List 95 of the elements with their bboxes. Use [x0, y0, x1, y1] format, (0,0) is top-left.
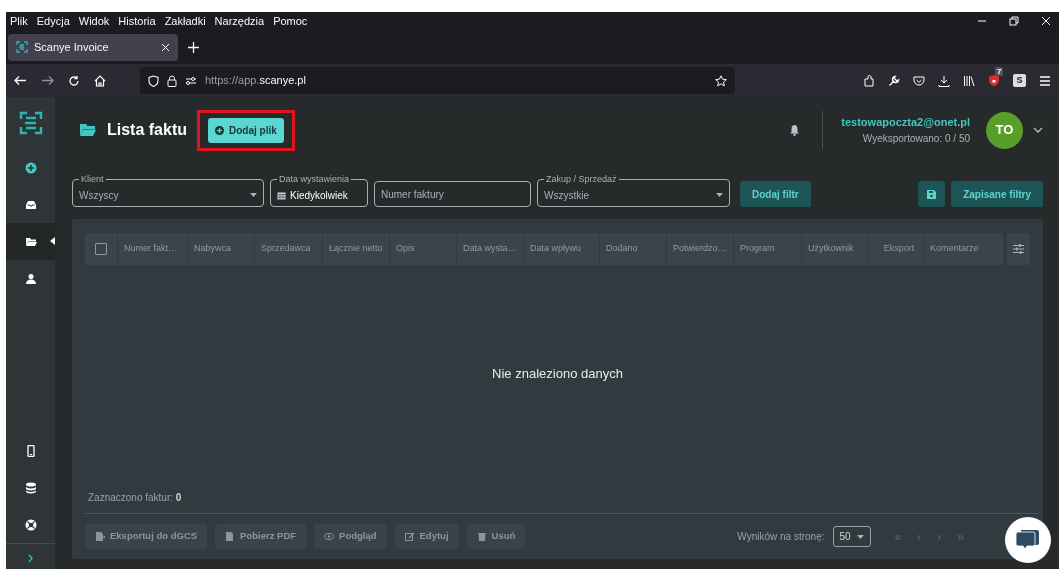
column-header[interactable]: Program — [733, 233, 801, 265]
eye-icon — [324, 532, 335, 541]
empty-message: Nie znaleziono danych — [492, 365, 623, 384]
database-icon — [24, 481, 37, 494]
trash-icon — [476, 532, 487, 541]
close-icon[interactable] — [161, 43, 170, 53]
shield-icon — [148, 74, 159, 87]
shield-extension-icon[interactable] — [988, 74, 1000, 87]
menu-item[interactable]: Historia — [118, 12, 156, 30]
sliders-icon — [1013, 244, 1024, 254]
sidebar-item[interactable] — [6, 223, 55, 260]
browser-tab[interactable]: Scanye Invoice — [8, 33, 178, 61]
add-filter-button[interactable]: Dodaj filtr — [740, 181, 811, 207]
column-header[interactable]: Numer fakt… — [117, 233, 187, 265]
inbox-icon — [24, 198, 37, 211]
menu-item[interactable]: Narzędzia — [214, 12, 265, 30]
expand-button[interactable]: › — [6, 543, 55, 569]
edit-icon — [404, 532, 415, 541]
menu-item[interactable]: Pomoc — [273, 12, 308, 30]
field-label: Klient — [80, 174, 105, 185]
library-icon[interactable] — [963, 74, 975, 87]
logo-icon[interactable] — [18, 111, 43, 135]
caret-icon — [250, 193, 257, 197]
document-icon — [225, 532, 236, 541]
restore-icon[interactable] — [1009, 16, 1019, 26]
column-header[interactable]: Dodano — [599, 233, 666, 265]
per-page-select[interactable]: 50 — [832, 526, 871, 547]
input-field[interactable]: Numer faktury — [374, 181, 531, 207]
close-icon[interactable] — [1041, 16, 1051, 26]
phone-icon — [24, 444, 37, 457]
column-header[interactable]: Potwierdzo… — [666, 233, 733, 265]
menu-item[interactable]: Zakładki — [164, 12, 206, 30]
column-header[interactable]: Komentarze — [923, 233, 1003, 265]
menu-icon[interactable] — [1039, 75, 1051, 86]
add-file-button[interactable]: Dodaj plik — [208, 117, 284, 143]
add-icon — [24, 161, 37, 174]
tab-title: Scanye Invoice — [34, 39, 109, 55]
export-counter: Wyeksportowano: 0 / 50 — [862, 131, 970, 146]
chevron-down-icon[interactable] — [1033, 127, 1043, 133]
lifebuoy-icon — [24, 518, 37, 531]
badge-count: 7 — [995, 67, 1004, 76]
chat-icon — [1016, 529, 1040, 551]
select-field[interactable]: Klient Wszyscy — [72, 174, 264, 207]
export-icon — [95, 532, 105, 541]
save-icon — [927, 190, 937, 200]
column-header[interactable]: Sprzedawca — [254, 233, 322, 265]
forward-icon[interactable] — [41, 75, 54, 86]
save-button[interactable] — [918, 181, 946, 207]
star-icon[interactable] — [715, 75, 727, 88]
reload-icon[interactable] — [68, 74, 80, 87]
caret-icon — [856, 534, 864, 539]
caret-icon — [716, 193, 723, 197]
select-all-checkbox[interactable] — [95, 243, 107, 255]
column-header[interactable]: Data wpływu — [523, 233, 599, 265]
calendar-icon — [277, 190, 286, 200]
field-label: Zakup / Sprzedaż — [545, 174, 618, 185]
column-header[interactable]: Opis — [389, 233, 456, 265]
back-icon[interactable] — [14, 75, 27, 86]
field-label: Data wystawienia — [278, 174, 351, 185]
extension-button[interactable]: S — [1013, 74, 1026, 87]
lock-icon — [167, 74, 177, 87]
column-header[interactable]: Użytkownik — [801, 233, 868, 265]
bell-icon[interactable] — [789, 124, 801, 136]
download-icon[interactable] — [938, 74, 950, 87]
add-icon — [215, 125, 224, 135]
page-title: Lista faktu — [107, 120, 187, 140]
sliders-icon — [185, 75, 197, 86]
per-page-label: Wyników na stronę: — [737, 530, 825, 544]
menu-item[interactable]: Plik — [10, 12, 28, 30]
wrench-icon[interactable] — [888, 74, 900, 87]
pointer-icon — [50, 237, 55, 245]
column-header[interactable]: Nabywca — [187, 233, 254, 265]
column-header[interactable]: Łącznie netto — [322, 233, 389, 265]
column-settings-button[interactable] — [1007, 233, 1030, 265]
new-tab-icon[interactable] — [188, 41, 199, 53]
menu-item[interactable]: Widok — [78, 12, 110, 30]
chat-button[interactable] — [1005, 517, 1051, 563]
folder-icon — [24, 235, 37, 248]
column-header[interactable]: Data wysta… — [456, 233, 523, 265]
puzzle-icon[interactable] — [863, 74, 875, 87]
date-field[interactable]: Data wystawienia Kiedykolwiek — [270, 174, 368, 207]
address-bar[interactable]: https://app.scanye.pl — [140, 67, 735, 94]
user-email[interactable]: testowapoczta2@onet.pl — [841, 114, 970, 131]
user-icon — [24, 272, 37, 285]
logo-icon — [16, 41, 28, 53]
saved-filters-button[interactable]: Zapisane filtry — [951, 181, 1043, 207]
pocket-icon[interactable] — [913, 74, 925, 87]
user-avatar[interactable]: TO — [986, 111, 1023, 149]
select-field[interactable]: Zakup / Sprzedaż Wszystkie — [537, 174, 730, 207]
url-text: https://app.scanye.pl — [205, 73, 306, 89]
menu-item[interactable]: Edycja — [36, 12, 70, 30]
home-icon[interactable] — [94, 74, 106, 87]
selected-count: Zaznaczono faktur: 0 — [88, 492, 182, 503]
column-header[interactable]: Eksport — [868, 233, 923, 265]
folder-icon — [79, 123, 97, 137]
